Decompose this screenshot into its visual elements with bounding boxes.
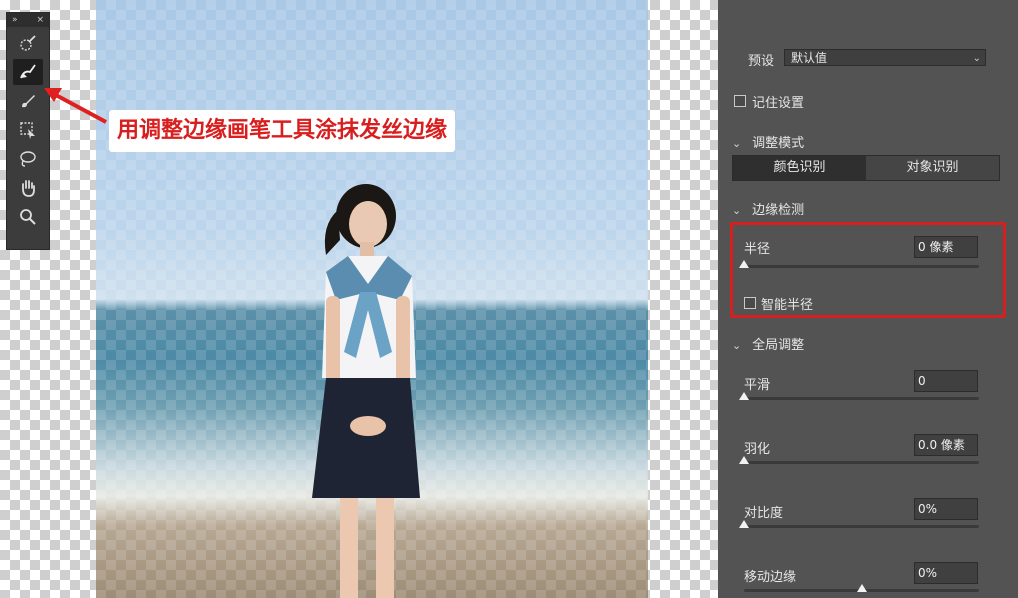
adjust-mode-segmented: 颜色识别 对象识别 (732, 155, 1000, 181)
photo-layer[interactable] (96, 0, 648, 598)
contrast-slider-thumb[interactable] (739, 520, 749, 528)
object-selection-icon (20, 122, 35, 139)
contrast-label: 对比度 (744, 506, 784, 521)
zoom-icon (20, 209, 36, 225)
girl-figure (312, 184, 420, 598)
refine-edge-brush-icon (20, 64, 36, 79)
edge-detection-title: 边缘检测 (752, 203, 805, 218)
quick-selection-tool[interactable] (13, 30, 43, 56)
zoom-tool[interactable] (13, 204, 43, 230)
refine-edge-brush-tool[interactable] (13, 59, 43, 85)
shift-edge-label: 移动边缘 (744, 570, 797, 585)
adjust-mode-section[interactable]: ⌄ 调整模式 (732, 132, 804, 151)
color-aware-option[interactable]: 颜色识别 (733, 156, 866, 180)
preset-value: 默认值 (791, 51, 828, 65)
feather-slider[interactable] (739, 456, 979, 464)
object-selection-tool[interactable] (13, 117, 43, 143)
chevron-down-icon: ⌄ (732, 137, 742, 150)
shift-edge-slider-thumb[interactable] (856, 584, 867, 592)
lasso-icon (20, 151, 36, 167)
smooth-slider[interactable] (739, 392, 979, 400)
shift-edge-slider[interactable] (744, 584, 979, 592)
remember-settings-checkbox[interactable] (734, 95, 746, 107)
smooth-input[interactable]: 0 (914, 370, 978, 392)
feather-slider-thumb[interactable] (739, 456, 749, 464)
toolbar-header: » × (7, 13, 49, 27)
contrast-input[interactable]: 0% (914, 498, 978, 520)
feather-input[interactable]: 0.0 像素 (914, 434, 978, 456)
chevron-down-icon: ⌄ (972, 53, 981, 64)
smooth-label: 平滑 (744, 378, 771, 393)
global-refinements-title: 全局调整 (752, 338, 805, 353)
annotation-label: 用调整边缘画笔工具涂抹发丝边缘 (109, 110, 456, 152)
quick-selection-icon (20, 35, 36, 51)
object-aware-option[interactable]: 对象识别 (866, 156, 999, 180)
tools-panel: » × (6, 12, 50, 250)
chevron-down-icon: ⌄ (732, 339, 742, 352)
hand-icon (22, 180, 35, 197)
adjust-mode-title: 调整模式 (752, 136, 805, 151)
edge-detection-highlight-box (730, 222, 1006, 318)
close-icon[interactable]: × (36, 15, 44, 25)
preset-label: 预设 (748, 54, 775, 69)
preset-dropdown[interactable]: 默认值 ⌄ (784, 49, 986, 66)
feather-label: 羽化 (744, 442, 771, 457)
hand-tool[interactable] (13, 175, 43, 201)
lasso-tool[interactable] (13, 146, 43, 172)
contrast-slider[interactable] (739, 520, 979, 528)
smooth-slider-thumb[interactable] (739, 392, 749, 400)
global-refinements-section[interactable]: ⌄ 全局调整 (732, 334, 804, 353)
brush-icon (22, 95, 35, 108)
expand-icon[interactable]: » (12, 15, 18, 25)
edge-detection-section[interactable]: ⌄ 边缘检测 (732, 199, 804, 218)
annotation-arrow-icon (44, 88, 107, 124)
brush-tool[interactable] (13, 88, 43, 114)
shift-edge-input[interactable]: 0% (914, 562, 978, 584)
chevron-down-icon: ⌄ (732, 204, 742, 217)
remember-settings-label: 记住设置 (752, 96, 805, 111)
